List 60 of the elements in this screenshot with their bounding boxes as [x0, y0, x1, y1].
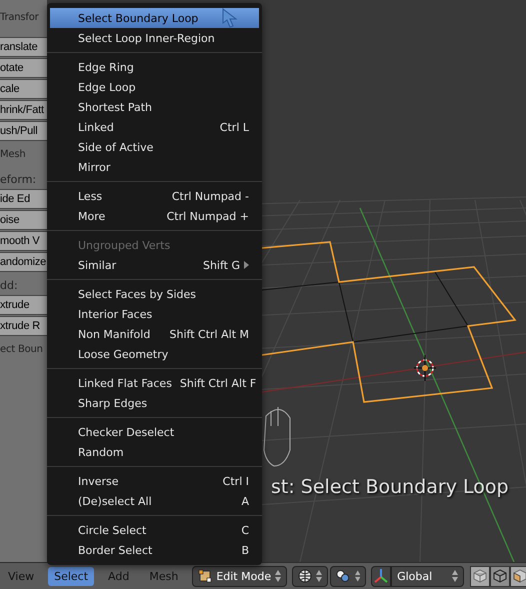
tool-button[interactable]: andomize: [0, 252, 47, 272]
menu-item[interactable]: Similar Shift G: [50, 255, 259, 275]
menu-item[interactable]: Select Boundary Loop: [50, 8, 259, 28]
tool-button[interactable]: hrink/Fatt: [0, 100, 47, 120]
pivot-dropdown[interactable]: [292, 566, 328, 586]
tool-button[interactable]: xtrude: [0, 295, 47, 315]
snap-dropdown[interactable]: [330, 566, 366, 586]
mode-dropdown[interactable]: Edit Mode: [192, 566, 288, 586]
menu-item[interactable]: Random: [50, 442, 259, 462]
pointer-cursor-icon: [222, 8, 238, 28]
menu-item[interactable]: Linked Flat Faces Shift Ctrl Alt F: [50, 373, 259, 393]
up-down-arrows-icon: [354, 570, 360, 582]
tool-button[interactable]: mooth V: [0, 231, 47, 251]
menu-item[interactable]: Select Faces by Sides: [50, 284, 259, 304]
menu-item[interactable]: (De)select All A: [50, 491, 259, 511]
menu-item[interactable]: Border Select B: [50, 540, 259, 560]
cube-icon: [473, 569, 488, 583]
tool-button[interactable]: xtrude R: [0, 316, 47, 336]
cube-icon: [513, 569, 526, 583]
menu-item[interactable]: More Ctrl Numpad +: [50, 206, 259, 226]
tool-button[interactable]: otate: [0, 58, 47, 78]
tool-button[interactable]: cale: [0, 79, 47, 99]
up-down-arrows-icon: [275, 570, 282, 582]
header-menu[interactable]: Select: [48, 566, 94, 586]
globe-icon: [298, 569, 312, 583]
vertex-select-button[interactable]: [470, 566, 490, 586]
face-select-button[interactable]: [510, 566, 526, 586]
transform-manipulator-button[interactable]: [371, 566, 392, 586]
menu-item[interactable]: Select Loop Inner-Region: [50, 28, 259, 48]
menu-item[interactable]: Sharp Edges: [50, 393, 259, 413]
last-operator-label: st: Select Boundary Loop: [271, 476, 509, 498]
menu-item[interactable]: Interior Faces: [50, 304, 259, 324]
menu-item[interactable]: Edge Loop: [50, 77, 259, 97]
tool-button[interactable]: ush/Pull: [0, 121, 47, 141]
up-down-arrows-icon: [452, 570, 458, 582]
menu-item[interactable]: Mirror: [50, 157, 259, 177]
vertex-grid-icon: [198, 569, 212, 583]
menu-item[interactable]: Edge Ring: [50, 57, 259, 77]
cube-icon: [493, 569, 508, 583]
edge-select-button[interactable]: [490, 566, 510, 586]
orientation-dropdown[interactable]: Global: [391, 566, 464, 586]
tool-button[interactable]: ranslate: [0, 37, 47, 57]
3d-cursor-icon: [414, 354, 436, 382]
panel-label: dd:: [0, 278, 19, 294]
tool-button[interactable]: ide Ed: [0, 189, 47, 209]
axes-icon: [373, 568, 390, 584]
menu-item[interactable]: Less Ctrl Numpad -: [50, 186, 259, 206]
menu-item[interactable]: Loose Geometry: [50, 344, 259, 364]
menu-item[interactable]: Checker Deselect: [50, 422, 259, 442]
menu-item[interactable]: Shortest Path: [50, 97, 259, 117]
menu-item[interactable]: Side of Active: [50, 137, 259, 157]
menu-item[interactable]: Linked Ctrl L: [50, 117, 259, 137]
linked-circles-icon: [336, 569, 351, 583]
panel-label: eform:: [0, 172, 38, 188]
menu-item[interactable]: Inverse Ctrl I: [50, 471, 259, 491]
menu-item[interactable]: Non Manifold Shift Ctrl Alt M: [50, 324, 259, 344]
mouse-icon: [264, 406, 290, 466]
menu-item[interactable]: Circle Select C: [50, 520, 259, 540]
tool-button[interactable]: oise: [0, 210, 47, 230]
up-down-arrows-icon: [316, 570, 322, 582]
